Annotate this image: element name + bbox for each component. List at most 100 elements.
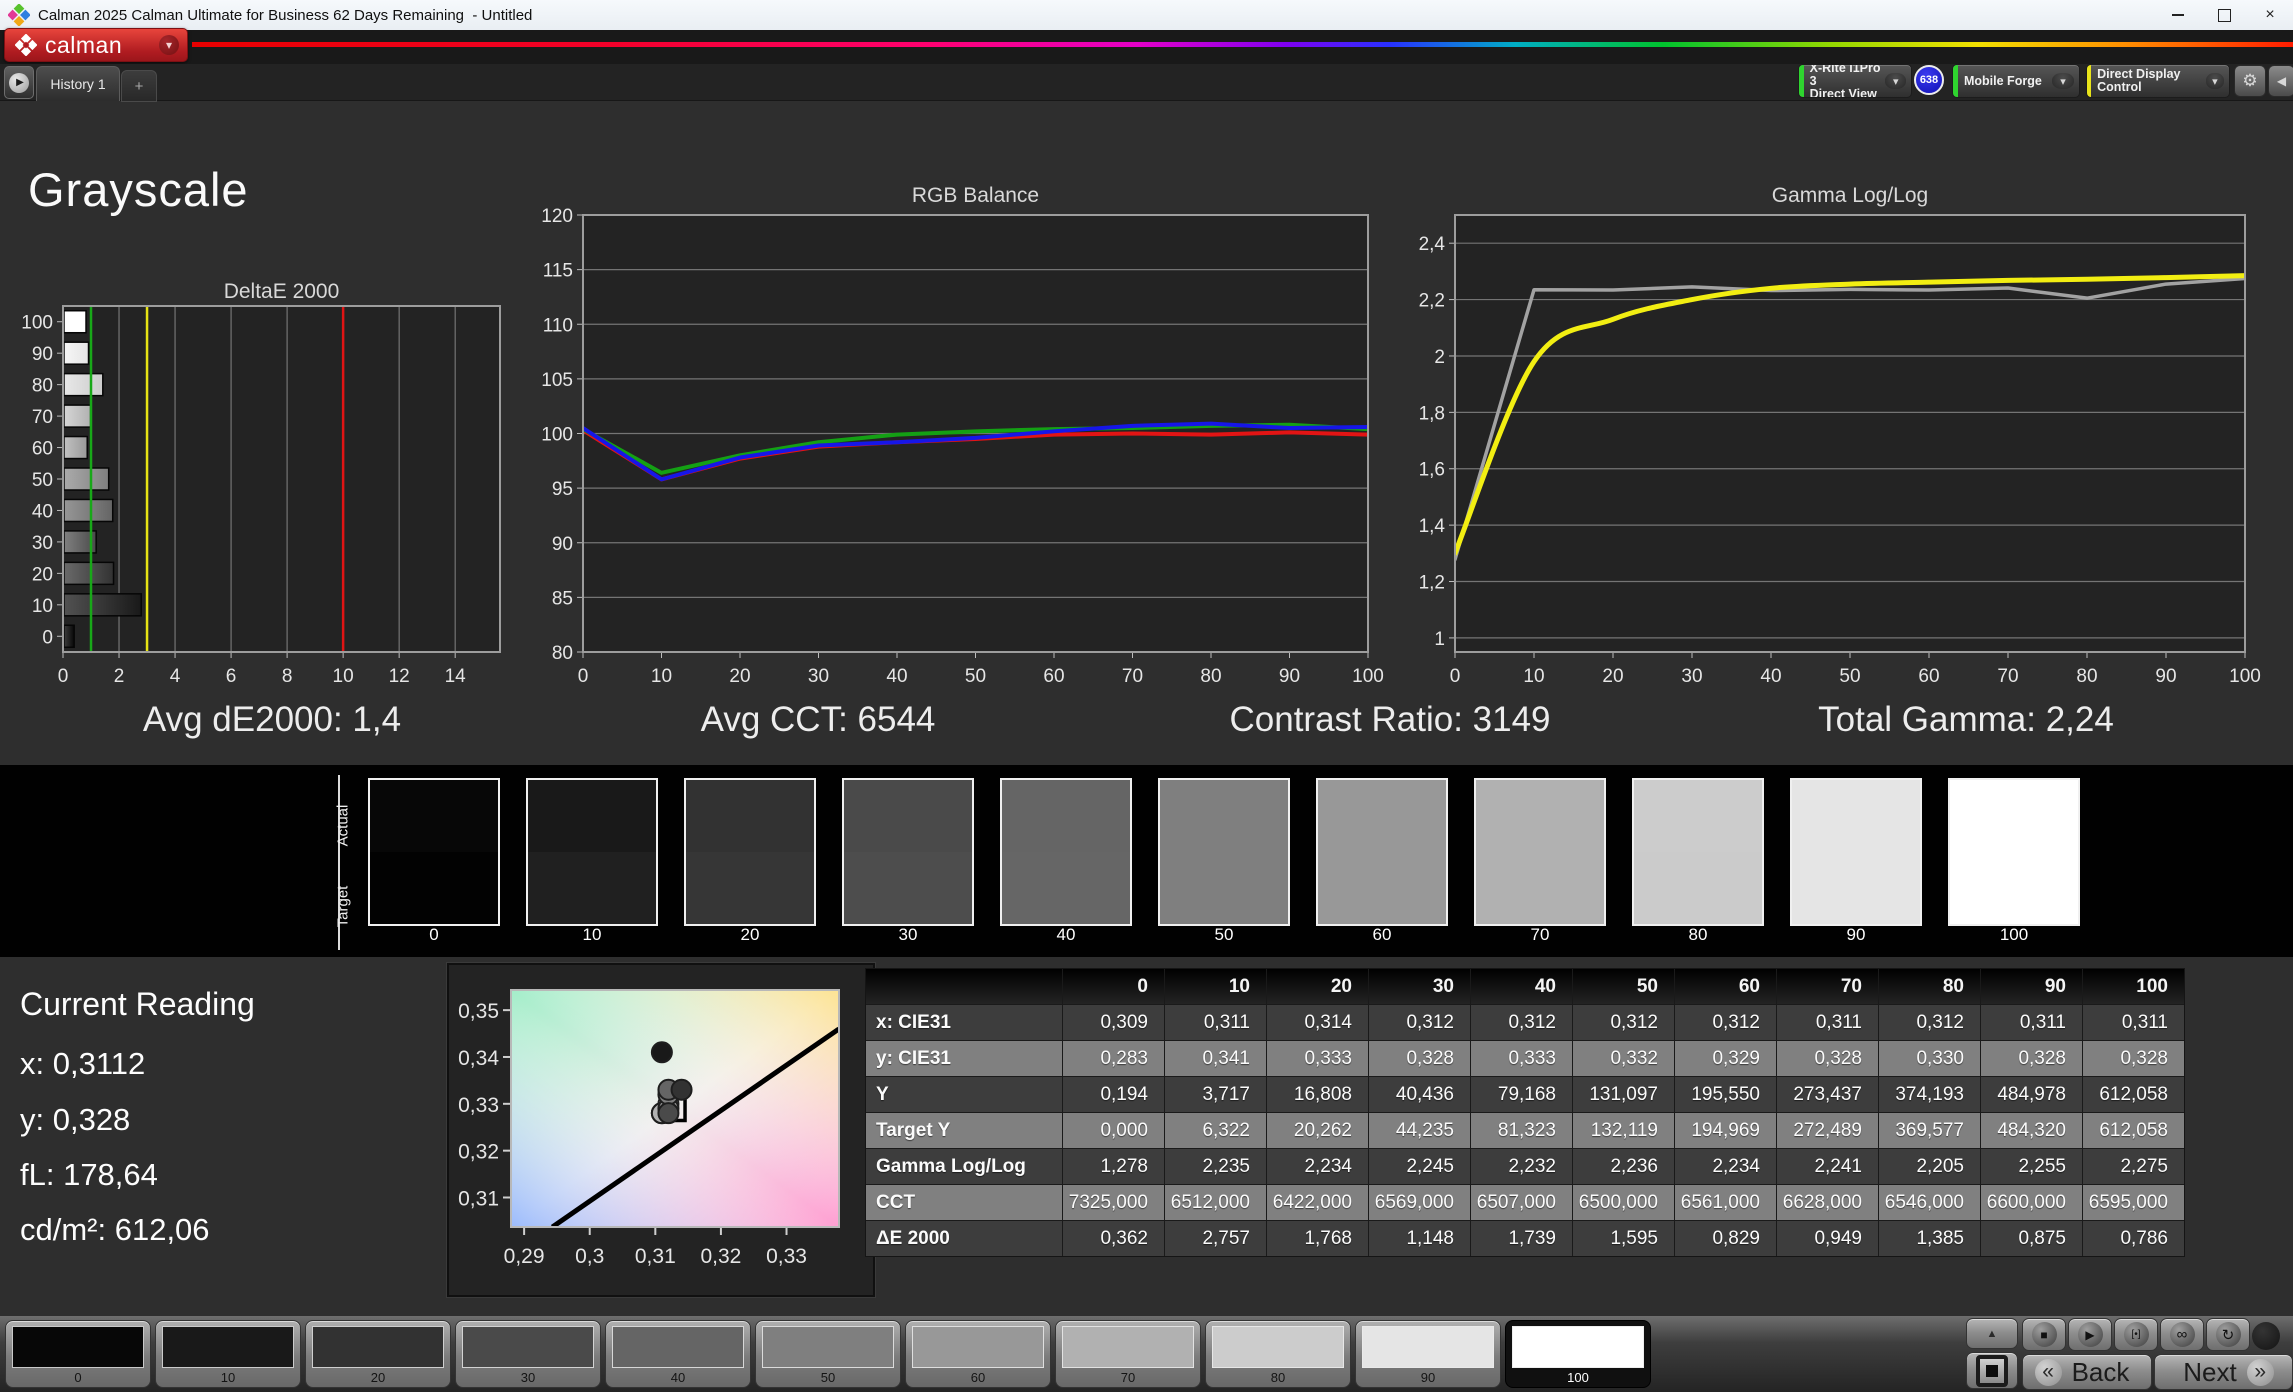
axis-tick-label: 40: [886, 666, 907, 687]
pattern-swatch: [1362, 1326, 1494, 1368]
grayscale-swatch-100: [1948, 778, 2080, 926]
pattern-level-button-20[interactable]: 20: [305, 1320, 451, 1388]
chevron-down-icon: ▾: [2052, 73, 2074, 89]
next-label: Next: [2183, 1357, 2236, 1388]
axis-tick-label: 1,8: [1419, 403, 1445, 424]
table-cell: 484,320: [1981, 1113, 2082, 1148]
pattern-level-button-10[interactable]: 10: [155, 1320, 301, 1388]
swatch-target-half: [370, 852, 498, 924]
swatch-target-half: [528, 852, 656, 924]
table-cell: 2,245: [1369, 1149, 1470, 1184]
table-cell: 0,312: [1369, 1005, 1470, 1040]
grayscale-swatch-60: [1316, 778, 1448, 926]
table-cell: 1,768: [1267, 1221, 1368, 1256]
axis-tick-label: 80: [32, 376, 53, 397]
single-measure-button[interactable]: [•]: [2114, 1318, 2158, 1351]
table-cell: 2,234: [1267, 1149, 1368, 1184]
collapse-left-icon: ◀: [2277, 74, 2286, 88]
chevron-down-icon: ▾: [1885, 73, 1906, 89]
table-cell: 2,255: [1981, 1149, 2082, 1184]
pattern-level-button-100[interactable]: 100: [1505, 1320, 1651, 1388]
meter-label: Mobile Forge: [1958, 75, 2042, 88]
swatch-actual-half: [1160, 780, 1288, 852]
axis-tick-label: 10: [333, 666, 354, 687]
swatch-actual-half: [844, 780, 972, 852]
table-cell: 0,194: [1063, 1077, 1164, 1112]
pattern-level-button-30[interactable]: 30: [455, 1320, 601, 1388]
meter-count-badge[interactable]: 638: [1914, 65, 1944, 95]
table-row-label: Y: [866, 1077, 1062, 1112]
pattern-window-button[interactable]: [1966, 1352, 2018, 1389]
settings-button[interactable]: ⚙: [2234, 65, 2266, 97]
table-cell: 79,168: [1471, 1077, 1572, 1112]
minimize-button[interactable]: [2155, 0, 2201, 30]
swatch-actual-half: [1002, 780, 1130, 852]
axis-tick-label: 115: [543, 261, 573, 282]
swatch-actual-half: [528, 780, 656, 852]
stop-button[interactable]: ■: [2022, 1318, 2066, 1351]
de-bar-80: [64, 374, 103, 396]
back-button[interactable]: « Back: [2022, 1354, 2152, 1390]
table-cell: 0,329: [1675, 1041, 1776, 1076]
table-cell: 0,000: [1063, 1113, 1164, 1148]
axis-tick-label: 0,33: [458, 1094, 499, 1117]
table-cell: 0,328: [2083, 1041, 2184, 1076]
pattern-level-button-60[interactable]: 60: [905, 1320, 1051, 1388]
maximize-button[interactable]: [2201, 0, 2247, 30]
table-cell: 0,786: [2083, 1221, 2184, 1256]
table-header-cell: 0: [1063, 969, 1164, 1004]
axis-tick-label: 30: [32, 533, 53, 554]
de-bar-90: [64, 342, 89, 364]
grayscale-swatch-80: [1632, 778, 1764, 926]
axis-tick-label: 100: [2229, 666, 2261, 687]
add-tab-button[interactable]: +: [121, 70, 157, 102]
minimize-icon: [2172, 14, 2184, 16]
close-button[interactable]: ×: [2247, 0, 2293, 30]
axis-tick-label: 0: [42, 627, 53, 648]
pattern-level-button-80[interactable]: 80: [1205, 1320, 1351, 1388]
table-cell: 1,148: [1369, 1221, 1470, 1256]
table-cell: 2,241: [1777, 1149, 1878, 1184]
pattern-swatch: [612, 1326, 744, 1368]
pattern-level-label: 50: [756, 1370, 900, 1385]
history-menu-button[interactable]: ▶: [4, 66, 34, 99]
window-title: Calman 2025 Calman Ultimate for Business…: [38, 7, 532, 24]
axis-tick-label: 70: [1122, 666, 1143, 687]
continuous-measure-button[interactable]: ∞: [2160, 1318, 2204, 1351]
grayscale-swatch-40: [1000, 778, 1132, 926]
axis-tick-label: 0,32: [700, 1245, 741, 1268]
pattern-level-button-50[interactable]: 50: [755, 1320, 901, 1388]
meter-dropdown-mobile-forge[interactable]: Mobile Forge ▾: [1952, 64, 2080, 98]
cie-xy-chart: 0,310,320,330,340,350,290,30,310,320,33: [449, 965, 873, 1295]
app-icon: [8, 4, 30, 26]
cie-point-30: [658, 1103, 678, 1123]
meter-label: X-Rite i1Pro 3Direct View: [1804, 64, 1886, 98]
play-icon: ▶: [2078, 1322, 2103, 1347]
table-cell: 0,309: [1063, 1005, 1164, 1040]
table-cell: 0,875: [1981, 1221, 2082, 1256]
meter-dropdown-i1pro3[interactable]: X-Rite i1Pro 3Direct View ▾: [1798, 64, 1912, 98]
play-button[interactable]: ▶: [2068, 1318, 2112, 1351]
pattern-up-button[interactable]: ▲: [1966, 1318, 2018, 1349]
meter-dropdown-display-control[interactable]: Direct Display Control ▾: [2086, 64, 2230, 98]
table-cell: 195,550: [1675, 1077, 1776, 1112]
table-header-cell: 50: [1573, 969, 1674, 1004]
pattern-level-button-70[interactable]: 70: [1055, 1320, 1201, 1388]
axis-tick-label: 10: [1523, 666, 1544, 687]
collapse-panel-button[interactable]: ◀: [2268, 65, 2293, 97]
table-header-cell: 100: [2083, 969, 2184, 1004]
pattern-level-button-40[interactable]: 40: [605, 1320, 751, 1388]
refresh-button[interactable]: ↻: [2206, 1318, 2250, 1351]
pattern-level-button-0[interactable]: 0: [5, 1320, 151, 1388]
refresh-icon: ↻: [2216, 1322, 2241, 1347]
pattern-level-button-90[interactable]: 90: [1355, 1320, 1501, 1388]
table-cell: 0,311: [1981, 1005, 2082, 1040]
calman-menu-button[interactable]: calman ▾: [4, 28, 188, 62]
tab-history-1[interactable]: History 1: [36, 66, 120, 101]
swatch-label: 50: [1158, 925, 1290, 945]
grayscale-swatch-0: [368, 778, 500, 926]
axis-tick-label: 10: [32, 596, 53, 617]
axis-tick-label: 30: [1681, 666, 1702, 687]
table-cell: 6507,000: [1471, 1185, 1572, 1220]
next-button[interactable]: Next »: [2154, 1354, 2293, 1390]
